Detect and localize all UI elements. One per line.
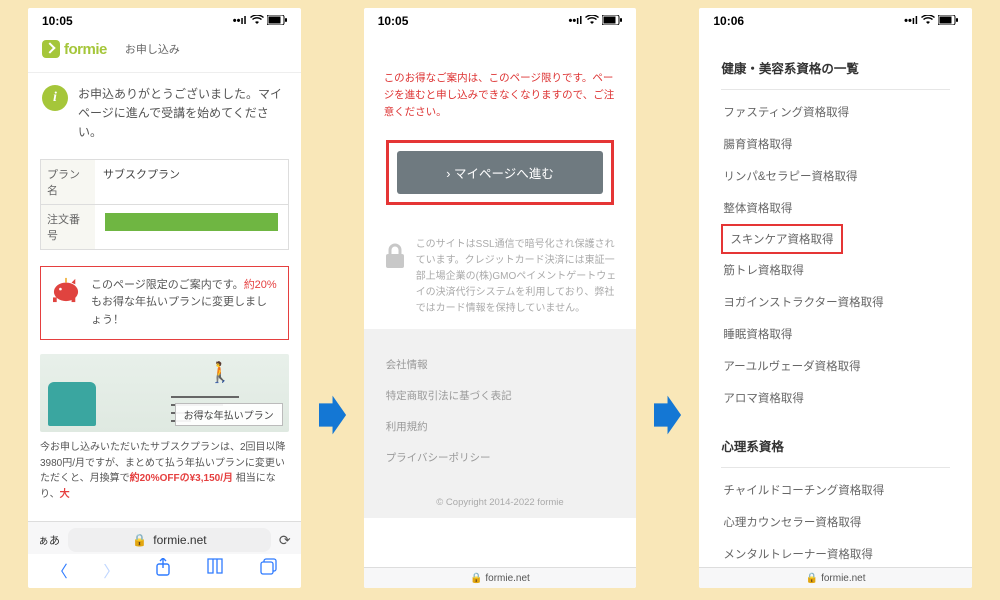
list-item[interactable]: チャイルドコーチング資格取得 <box>721 474 950 506</box>
ssl-text: このサイトはSSL通信で暗号化され保護されています。クレジットカード決済には東証… <box>416 237 617 317</box>
plan-value: サブスクプラン <box>95 160 288 204</box>
brand-name: formie <box>64 41 107 58</box>
safari-toolbar: 〈 〉 <box>28 554 301 588</box>
signal-icon: ••ıl <box>904 15 918 27</box>
reload-icon[interactable]: ⟳ <box>279 532 291 549</box>
status-icons: ••ıl <box>568 15 622 28</box>
signal-icon: ••ıl <box>568 15 582 27</box>
safari-mini-bar[interactable]: 🔒 formie.net <box>364 567 637 588</box>
logo-icon <box>42 40 60 58</box>
category-heading: 心理系資格 <box>721 414 950 467</box>
footer-tokushoho[interactable]: 特定商取引法に基づく表記 <box>386 380 615 411</box>
chevron-right-icon: › <box>446 167 450 181</box>
footer-company[interactable]: 会社情報 <box>386 349 615 380</box>
list-item[interactable]: 整体資格取得 <box>721 192 950 224</box>
tabs-icon[interactable] <box>260 558 277 582</box>
ssl-notice: このサイトはSSL通信で暗号化され保護されています。クレジットカード決済には東証… <box>364 209 637 329</box>
screen-1-confirmation: 10:05 ••ıl formie お申し込み i お申込ありがとうございました… <box>28 8 301 588</box>
bookmarks-icon[interactable] <box>206 558 224 582</box>
list-item[interactable]: メンタルトレーナー資格取得 <box>721 538 950 567</box>
thanks-text: お申込ありがとうございました。マイページに進んで受講を始めてください。 <box>78 85 287 143</box>
annual-plan-copy: 今お申し込みいただいたサブスクプランは、2回目以降3980円/月ですが、まとめて… <box>28 436 301 504</box>
domain-text: formie.net <box>153 533 206 547</box>
banner-label: お得な年払いプラン <box>175 403 283 426</box>
screen-3-category-list: 10:06 ••ıl 健康・美容系資格の一覧 ファスティング資格取得 腸育資格取… <box>699 8 972 588</box>
url-field[interactable]: 🔒 formie.net <box>68 528 271 552</box>
status-bar: 10:05 ••ıl <box>28 8 301 32</box>
clock: 10:06 <box>713 14 744 28</box>
safari-address-bar: ぁあ 🔒 formie.net ⟳ <box>28 521 301 554</box>
divider <box>721 467 950 468</box>
status-bar: 10:06 ••ıl <box>699 8 972 32</box>
order-value <box>95 205 288 249</box>
footer-terms[interactable]: 利用規約 <box>386 411 615 442</box>
wifi-icon <box>250 15 264 28</box>
domain-text: formie.net <box>485 573 529 584</box>
text-size-button[interactable]: ぁあ <box>38 532 60 548</box>
status-icons: ••ıl <box>233 15 287 28</box>
list-item[interactable]: 睡眠資格取得 <box>721 318 950 350</box>
page-title: お申し込み <box>125 41 180 57</box>
copyright: © Copyright 2014-2022 formie <box>364 483 637 518</box>
screen-2-body: このお得なご案内は、このページ限りです。ページを進むと申し込みできなくなりますの… <box>364 32 637 567</box>
redacted-bar <box>105 213 278 231</box>
wifi-icon <box>921 15 935 28</box>
app-header: formie お申し込み <box>28 32 301 73</box>
list-item[interactable]: 腸育資格取得 <box>721 128 950 160</box>
lock-icon: 🔒 <box>806 573 818 584</box>
warning-text: このお得なご案内は、このページ限りです。ページを進むと申し込みできなくなりますの… <box>364 40 637 136</box>
footer-links: 会社情報 特定商取引法に基づく表記 利用規約 プライバシーポリシー <box>364 329 637 483</box>
battery-icon <box>602 15 622 28</box>
clock: 10:05 <box>42 14 73 28</box>
forward-icon[interactable]: 〉 <box>103 558 119 582</box>
arrow-icon <box>319 395 346 435</box>
back-icon[interactable]: 〈 <box>52 558 68 582</box>
info-icon: i <box>42 85 68 111</box>
plan-label: プラン名 <box>41 160 95 204</box>
screen-2-mypage-prompt: 10:05 ••ıl このお得なご案内は、このページ限りです。ページを進むと申し… <box>364 8 637 588</box>
thanks-message: i お申込ありがとうございました。マイページに進んで受講を始めてください。 <box>28 73 301 155</box>
mypage-highlight-box: › マイページへ進む <box>386 140 615 205</box>
list-item[interactable]: リンパ&セラピー資格取得 <box>721 160 950 192</box>
list-item[interactable]: ファスティング資格取得 <box>721 96 950 128</box>
order-label: 注文番号 <box>41 205 95 249</box>
share-icon[interactable] <box>155 558 171 582</box>
promo-text: このページ限定のご案内です。約20%もお得な年払いプランに変更しましょう！ <box>91 277 278 330</box>
goto-mypage-button[interactable]: › マイページへ進む <box>397 151 604 194</box>
promo-callout[interactable]: このページ限定のご案内です。約20%もお得な年払いプランに変更しましょう！ <box>40 266 289 341</box>
safari-mini-bar[interactable]: 🔒 formie.net <box>699 567 972 588</box>
signal-icon: ••ıl <box>233 15 247 27</box>
list-item[interactable]: アロマ資格取得 <box>721 382 950 414</box>
list-item[interactable]: 筋トレ資格取得 <box>721 254 950 286</box>
divider <box>721 89 950 90</box>
piggy-icon <box>51 277 81 303</box>
brand-logo[interactable]: formie <box>42 40 107 58</box>
annual-plan-banner[interactable]: 🚶 お得な年払いプラン <box>40 354 289 432</box>
battery-icon <box>938 15 958 28</box>
domain-text: formie.net <box>821 573 865 584</box>
footer-privacy[interactable]: プライバシーポリシー <box>386 442 615 473</box>
lock-icon: 🔒 <box>132 533 147 547</box>
category-heading: 健康・美容系資格の一覧 <box>721 36 950 89</box>
list-item[interactable]: 心理カウンセラー資格取得 <box>721 506 950 538</box>
wifi-icon <box>585 15 599 28</box>
list-item[interactable]: ヨガインストラクター資格取得 <box>721 286 950 318</box>
status-bar: 10:05 ••ıl <box>364 8 637 32</box>
order-table: プラン名 サブスクプラン 注文番号 <box>40 159 289 250</box>
arrow-icon <box>654 395 681 435</box>
list-item-skincare[interactable]: スキンケア資格取得 <box>721 224 950 254</box>
lock-icon <box>384 243 406 269</box>
stick-figure-icon: 🚶 <box>208 360 233 385</box>
table-row: プラン名 サブスクプラン <box>41 160 288 204</box>
clock: 10:05 <box>378 14 409 28</box>
category-list-body[interactable]: 健康・美容系資格の一覧 ファスティング資格取得 腸育資格取得 リンパ&セラピー資… <box>699 32 972 567</box>
list-item[interactable]: アーユルヴェーダ資格取得 <box>721 350 950 382</box>
lock-icon: 🔒 <box>470 573 482 584</box>
table-row: 注文番号 <box>41 204 288 249</box>
battery-icon <box>267 15 287 28</box>
status-icons: ••ıl <box>904 15 958 28</box>
